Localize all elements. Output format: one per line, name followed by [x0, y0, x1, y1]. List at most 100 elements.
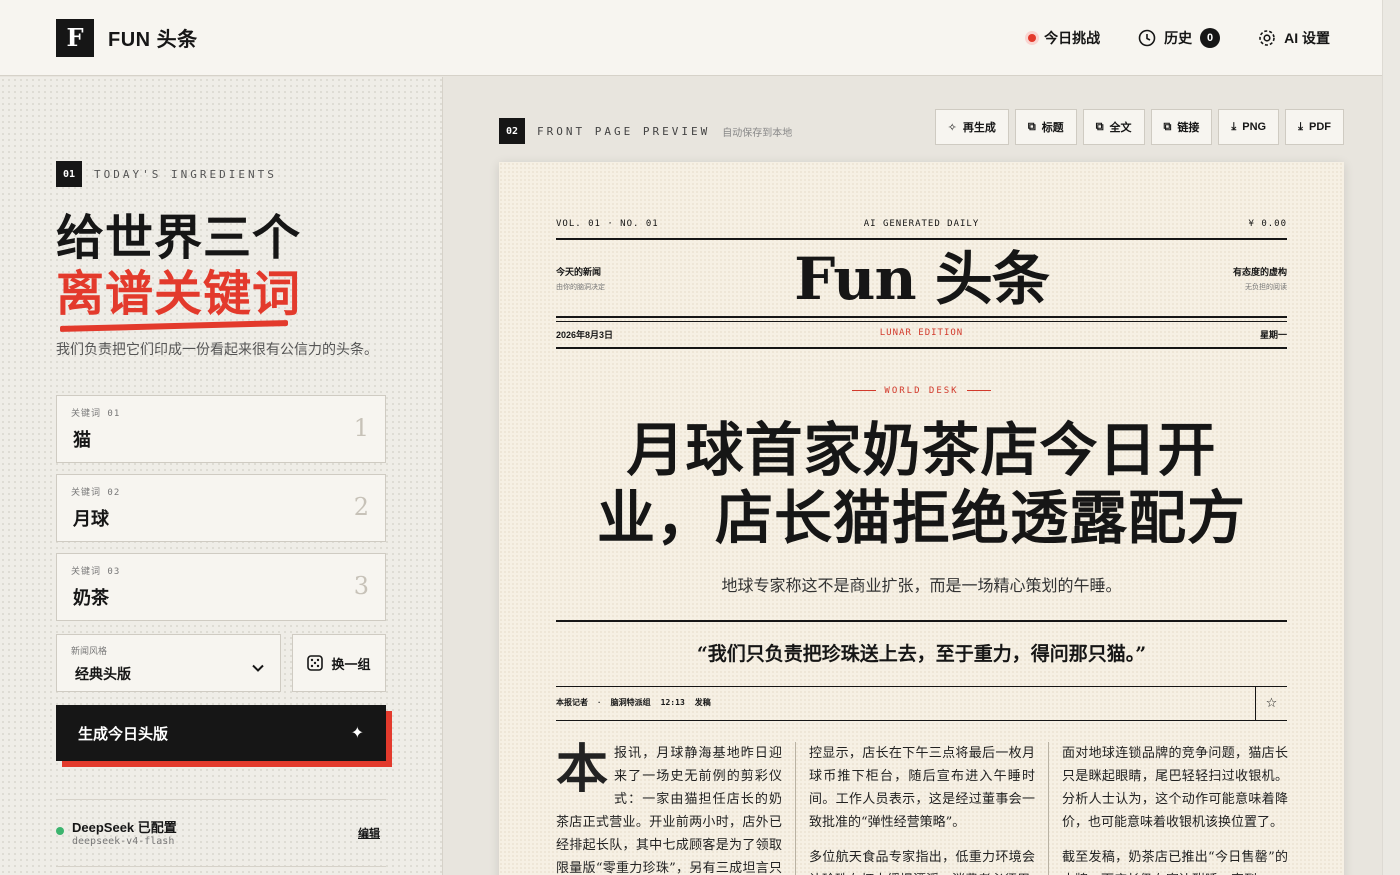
column-divider [795, 742, 796, 875]
download-icon: ⤓ [1298, 120, 1303, 133]
keyword-field-2[interactable]: 关键词 02 月球 2 [56, 474, 386, 542]
article-column-2: 控显示，店长在下午三点将最后一枚月球币推下柜台，随后宣布进入午睡时间。工作人员表… [809, 742, 1035, 875]
keyword-field-1[interactable]: 关键词 01 猫 1 [56, 395, 386, 463]
pull-quote: “我们只负责把珍珠送上去，至于重力，得问那只猫。” [696, 643, 1147, 665]
daily-tagline: AI GENERATED DAILY [863, 219, 980, 229]
ai-settings-button[interactable]: AI 设置 [1258, 28, 1330, 48]
status-dot-icon [56, 827, 64, 835]
regenerate-button[interactable]: ✧ 再生成 [934, 109, 1009, 145]
hero-subtitle: 我们负责把它们印成一份看起来很有公信力的头条。 [56, 341, 378, 357]
preview-panel: 02 FRONT PAGE PREVIEW 自动保存到本地 ✧ 再生成 ⧉ 标题… [444, 77, 1382, 875]
column-3-paragraph: 面对地球连锁品牌的竞争问题，猫店长只是眯起眼睛，尾巴轻轻扫过收银机。分析人士认为… [1062, 746, 1288, 830]
sparkle-icon: ✦ [350, 725, 364, 742]
hero-title-line1: 给世界三个 [56, 212, 302, 265]
download-icon: ⤓ [1231, 120, 1237, 133]
column-2-paragraph: 控显示，店长在下午三点将最后一枚月球币推下柜台，随后宣布进入午睡时间。工作人员表… [809, 746, 1035, 830]
ear-right-title: 有态度的虚构 [1232, 268, 1287, 278]
provider-model: deepseek-v4-flash [72, 836, 175, 847]
sparkle-icon: ✧ [947, 121, 957, 134]
keyword-input[interactable]: 奶茶 [73, 584, 109, 610]
section-number: 02 [499, 118, 525, 144]
masthead-rule [556, 321, 1287, 322]
copy-link-button[interactable]: ⧉ 链接 [1150, 109, 1213, 145]
masthead-rule [556, 238, 1287, 240]
sub-headline: 地球专家称这不是商业扩张，而是一场精心策划的午睡。 [721, 576, 1122, 595]
section-title: FRONT PAGE PREVIEW [537, 124, 711, 138]
section-rule [556, 620, 1287, 622]
divider [56, 866, 386, 867]
weekday: 星期一 [1259, 330, 1287, 340]
top-actions: 今日挑战 历史 0 AI 设置 [1028, 27, 1344, 48]
page-scrollbar[interactable] [1382, 0, 1400, 875]
keyword-field-3[interactable]: 关键词 03 奶茶 3 [56, 553, 386, 621]
column-3-paragraph: 截至发稿，奶茶店已推出“今日售罄”的木牌，而店长仍在窗边酣睡，直到 [1062, 850, 1288, 875]
byline-status: 发稿 [694, 698, 711, 707]
section-number: 01 [56, 161, 82, 187]
gear-icon [1259, 29, 1275, 46]
drop-cap: 本 [556, 739, 609, 800]
download-png-label: PNG [1242, 121, 1267, 133]
generate-label: 生成今日头版 [78, 725, 169, 743]
keyword-input[interactable]: 月球 [73, 505, 109, 531]
byline-separator: · [598, 698, 601, 707]
byline-reporter: 本报记者 [556, 698, 588, 707]
clock-icon [1138, 29, 1156, 46]
copy-title-label: 标题 [1041, 122, 1064, 134]
daily-challenge-label: 今日挑战 [1044, 29, 1101, 46]
copy-icon: ⧉ [1163, 120, 1172, 133]
column-2-paragraph: 多位航天食品专家指出，低重力环境会让珍珠在杯中缓慢漂浮，消费者必须用 [809, 850, 1035, 875]
top-bar: F FUN 头条 今日挑战 历史 0 AI 设置 [0, 0, 1400, 76]
provider-edit-link[interactable]: 编辑 [358, 825, 380, 841]
newspaper-preview: VOL. 01 · NO. 01 AI GENERATED DAILY ¥ 0.… [499, 162, 1344, 875]
keyword-index: 3 [353, 572, 369, 600]
history-count-badge: 0 [1200, 27, 1221, 48]
preview-section-label: 02 FRONT PAGE PREVIEW 自动保存到本地 [499, 118, 792, 144]
download-png-button[interactable]: ⤓ PNG [1218, 109, 1280, 145]
copy-icon: ⧉ [1095, 120, 1104, 133]
daily-challenge-button[interactable]: 今日挑战 [1028, 28, 1100, 48]
copy-link-label: 链接 [1177, 122, 1200, 134]
keyword-index: 2 [353, 493, 369, 521]
logo-mark[interactable]: F [56, 18, 94, 57]
ingredients-section-label: 01 TODAY'S INGREDIENTS [56, 161, 277, 187]
article-column-1: 本报讯，月球静海基地昨日迎来了一场史无前例的剪彩仪式：一家由猫担任店长的奶茶店正… [556, 742, 782, 875]
keyword-label: 关键词 03 [71, 567, 121, 577]
keyword-index: 1 [353, 414, 369, 442]
copy-icon: ⧉ [1027, 120, 1036, 133]
news-style-label: 新闻风格 [71, 646, 108, 656]
main-headline: 月球首家奶茶店今日开业，店长猫拒绝透露配方 [596, 416, 1246, 552]
ingredients-panel: 01 TODAY'S INGREDIENTS 给世界三个 离谱关键词 我们负责把… [0, 77, 443, 875]
desk-label-text: WORLD DESK [884, 386, 959, 396]
favorite-star-icon[interactable]: ☆ [1255, 686, 1287, 720]
copy-fulltext-button[interactable]: ⧉ 全文 [1082, 109, 1145, 145]
history-label: 历史 [1164, 29, 1193, 46]
news-style-select[interactable]: 新闻风格 经典头版 [56, 634, 281, 692]
download-pdf-button[interactable]: ⤓ PDF [1285, 109, 1344, 145]
keyword-label: 关键词 02 [71, 488, 121, 498]
chevron-down-icon [252, 664, 264, 672]
section-rule [556, 720, 1287, 721]
section-title: TODAY'S INGREDIENTS [94, 167, 277, 181]
byline-time: 12:13 [660, 698, 685, 707]
ai-settings-label: AI 设置 [1284, 29, 1330, 46]
divider [56, 799, 386, 800]
byline: 本报记者 · 脑洞特派组 12:13 发稿 [556, 697, 711, 708]
history-button[interactable]: 历史 0 [1138, 27, 1221, 48]
download-pdf-label: PDF [1309, 121, 1331, 133]
copy-fulltext-label: 全文 [1109, 122, 1132, 134]
price: ¥ 0.00 [1248, 219, 1287, 229]
article-column-3: 面对地球连锁品牌的竞争问题，猫店长只是眯起眼睛，尾巴轻轻扫过收银机。分析人士认为… [1062, 742, 1288, 875]
regenerate-label: 再生成 [962, 122, 996, 134]
dice-icon [307, 655, 324, 671]
ear-right-subtitle: 无负担的阅读 [1245, 283, 1287, 291]
copy-title-button[interactable]: ⧉ 标题 [1014, 109, 1077, 145]
keyword-input[interactable]: 猫 [73, 426, 91, 452]
live-dot-icon [1028, 33, 1037, 42]
generate-button[interactable]: 生成今日头版 ✦ [56, 705, 386, 761]
masthead-rule [556, 316, 1287, 318]
masthead-title: Fun 头条 [794, 245, 1050, 313]
byline-team: 脑洞特派组 [610, 698, 651, 707]
preview-toolbar: ✧ 再生成 ⧉ 标题 ⧉ 全文 ⧉ 链接 ⤓ PNG ⤓ PDF [934, 109, 1344, 145]
app-name[interactable]: FUN 头条 [108, 23, 198, 52]
shuffle-button[interactable]: 换一组 [292, 634, 386, 692]
